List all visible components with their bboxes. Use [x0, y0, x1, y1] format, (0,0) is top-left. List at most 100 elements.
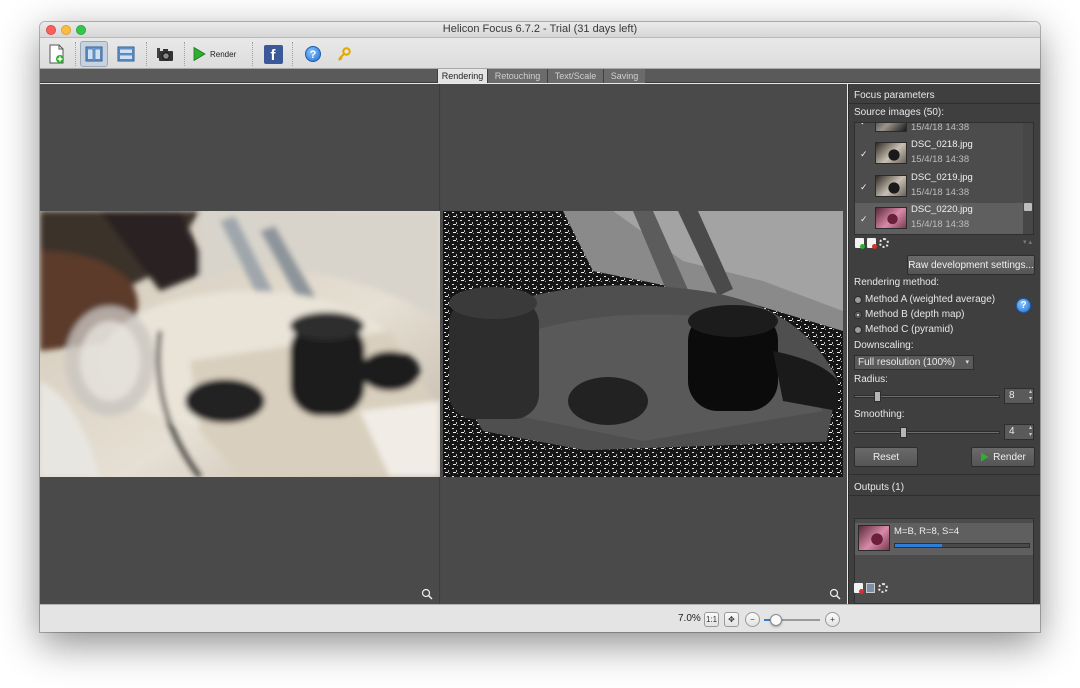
license-key-button[interactable] [332, 41, 356, 67]
disk-icon[interactable] [866, 583, 875, 593]
raw-development-settings-button[interactable]: Raw development settings... [907, 255, 1035, 275]
source-image-date: 15/4/18 14:38 [911, 187, 970, 198]
save-output-icon[interactable] [854, 583, 864, 594]
actual-size-button[interactable]: 1:1 [704, 612, 719, 627]
output-thumbnail [858, 525, 890, 551]
radius-spinbox[interactable]: 8 ▴ ▾ [1004, 388, 1034, 404]
spin-arrows-icon[interactable]: ▴ ▾ [1029, 425, 1032, 439]
depth-map-pane[interactable] [441, 84, 847, 604]
facebook-button[interactable]: f [260, 41, 286, 67]
radio-button[interactable] [854, 295, 862, 304]
fit-to-window-button[interactable]: ✥ [724, 612, 739, 627]
zoom-in-button[interactable]: + [825, 612, 840, 627]
output-item[interactable]: M=B, R=8, S=4 [855, 523, 1033, 555]
camera-icon [157, 48, 173, 61]
panel-render-button[interactable]: Render [971, 447, 1035, 467]
plus-icon: + [830, 615, 835, 624]
tab-saving[interactable]: Saving [603, 69, 645, 83]
key-icon [338, 47, 351, 62]
source-image-thumbnail [875, 175, 907, 197]
window-title: Helicon Focus 6.7.2 - Trial (31 days lef… [442, 23, 638, 35]
radius-slider-handle[interactable] [874, 391, 881, 402]
source-image-thumbnail [875, 142, 907, 164]
help-icon: ? [305, 46, 321, 62]
outputs-actions [854, 583, 888, 594]
minus-icon: − [750, 615, 755, 624]
list-scrollbar-thumb[interactable] [1024, 203, 1032, 211]
zoom-slider-track[interactable] [764, 614, 820, 626]
source-image-checkbox[interactable]: ✓ [860, 215, 869, 224]
method-c-radio[interactable]: Method C (pyramid) [854, 323, 953, 336]
smoothing-slider-handle[interactable] [900, 427, 907, 438]
smoothing-slider-track[interactable] [854, 431, 1000, 434]
add-image-icon[interactable] [855, 238, 865, 249]
source-image-pane[interactable] [40, 84, 440, 604]
remove-image-icon[interactable] [867, 238, 877, 249]
divider [849, 103, 1040, 104]
radio-button[interactable] [854, 325, 862, 334]
source-image-date: 15/4/18 14:38 [911, 154, 970, 165]
radius-label: Radius: [854, 374, 888, 385]
fit-icon: ✥ [728, 615, 735, 624]
smoothing-label: Smoothing: [854, 409, 905, 420]
render-play-icon [981, 452, 989, 462]
source-image-row-selected[interactable]: ✓ DSC_0220.jpg 15/4/18 14:38 [855, 203, 1023, 234]
camera-button[interactable] [152, 41, 178, 67]
divider [849, 474, 1040, 475]
add-files-icon [49, 44, 64, 64]
method-b-radio[interactable]: Method B (depth map) [854, 308, 965, 321]
gear-icon[interactable] [878, 583, 888, 593]
output-progress-bar [894, 543, 1030, 548]
downscaling-select[interactable]: Full resolution (100%) ▾ [854, 355, 974, 370]
gear-icon[interactable] [879, 238, 889, 248]
source-image-row[interactable]: ✓ 15/4/18 14:38 [855, 122, 1023, 137]
add-files-button[interactable] [44, 41, 70, 67]
toolbar-render-label: Render [210, 49, 237, 59]
zoom-icon[interactable] [421, 588, 433, 600]
image-view-area [40, 84, 847, 604]
list-scrollbar[interactable] [1023, 123, 1033, 234]
zoom-out-button[interactable]: − [745, 612, 760, 627]
zoom-slider-handle[interactable] [769, 614, 782, 626]
source-image-row[interactable]: ✓ DSC_0218.jpg 15/4/18 14:38 [855, 138, 1023, 169]
source-image-row[interactable]: ✓ DSC_0219.jpg 15/4/18 14:38 [855, 171, 1023, 202]
source-image-checkbox[interactable]: ✓ [860, 150, 869, 159]
zoom-icon[interactable] [829, 588, 841, 600]
depth-map-image[interactable] [443, 211, 843, 477]
source-image-checkbox[interactable]: ✓ [860, 123, 869, 127]
method-help-icon[interactable]: ? [1016, 298, 1031, 313]
two-panes-vertical-icon [85, 46, 103, 62]
toolbar-render-button[interactable]: Render [190, 41, 240, 67]
help-button[interactable]: ? [300, 41, 326, 67]
smoothing-spinbox[interactable]: 4 ▴ ▾ [1004, 424, 1034, 440]
source-image-checkbox[interactable]: ✓ [860, 183, 869, 192]
spin-arrows-icon[interactable]: ▴ ▾ [1029, 389, 1032, 403]
source-image-filename: DSC_0219.jpg [911, 172, 973, 183]
tab-rendering[interactable]: Rendering [437, 69, 487, 83]
tab-retouching[interactable]: Retouching [487, 69, 547, 83]
layout-horizontal-button[interactable] [112, 41, 140, 67]
output-progress-fill [895, 544, 942, 547]
zoom-level: 7.0% [678, 613, 701, 624]
method-a-radio[interactable]: Method A (weighted average) [854, 293, 995, 306]
source-image-date: 15/4/18 14:38 [911, 122, 970, 133]
chevron-down-icon: ▾ [965, 359, 969, 366]
outputs-label: Outputs (1) [854, 482, 905, 493]
source-list-actions [855, 238, 889, 249]
title-bar: Helicon Focus 6.7.2 - Trial (31 days lef… [40, 22, 1040, 38]
source-image-thumbnail [875, 123, 907, 132]
tab-bar: Rendering Retouching Text/Scale Saving [40, 69, 1040, 83]
render-play-icon [193, 46, 206, 62]
source-image-filename: DSC_0220.jpg [911, 204, 973, 215]
facebook-icon: f [263, 44, 283, 64]
source-images-list[interactable]: ✓ 15/4/18 14:38 ✓ DSC_0218.jpg 15/4/18 1… [854, 122, 1034, 235]
list-reorder-arrows[interactable]: ▾ ▴ [1023, 238, 1032, 246]
tab-text-scale[interactable]: Text/Scale [547, 69, 603, 83]
layout-vertical-button[interactable] [80, 41, 108, 67]
divider [849, 495, 1040, 496]
radio-button-selected[interactable] [854, 310, 862, 319]
two-panes-horizontal-icon [117, 46, 135, 62]
reset-button[interactable]: Reset [854, 447, 918, 467]
source-image-thumbnail [875, 207, 907, 229]
source-image[interactable] [40, 211, 440, 477]
